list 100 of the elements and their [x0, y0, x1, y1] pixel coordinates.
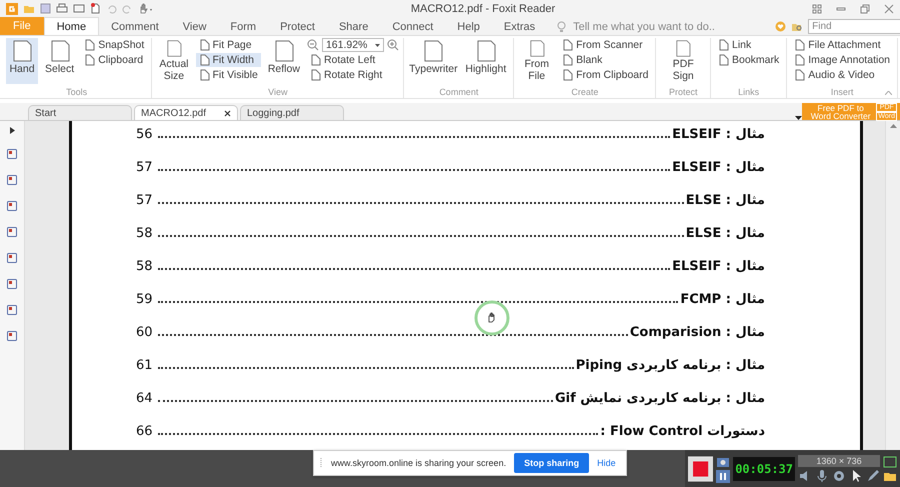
print-icon[interactable] — [56, 3, 68, 14]
ribbon-button[interactable]: Image Annotation — [791, 53, 893, 67]
toc-entry: مثال : ELSE — [686, 193, 765, 208]
find-field[interactable]: Find — [808, 19, 900, 34]
page-number: 64 — [136, 391, 154, 406]
ribbon-button[interactable]: Bookmark — [715, 53, 782, 67]
pause-icon[interactable] — [716, 470, 730, 482]
ribbon-button[interactable]: Rotate Left — [306, 53, 400, 67]
page-icon — [310, 69, 321, 81]
ribbon-tab[interactable]: Home — [44, 17, 100, 35]
page-icon — [476, 40, 496, 62]
page-icon — [84, 54, 96, 66]
zoom-out-icon[interactable] — [306, 39, 319, 51]
stop-record-icon[interactable] — [688, 454, 714, 484]
group-label: View — [268, 87, 288, 98]
pen-icon[interactable] — [866, 468, 880, 482]
ribbon-button[interactable]: Highlight — [462, 38, 510, 84]
ribbon-button[interactable]: SnapShot — [81, 38, 148, 52]
document-tab[interactable]: MACRO12.pdf — [134, 105, 238, 120]
ribbon-tab[interactable]: Share — [326, 18, 380, 35]
group-label: Comment — [439, 87, 478, 98]
page-icon — [198, 69, 210, 81]
folder-search-icon[interactable] — [791, 21, 804, 32]
ribbon-button[interactable]: Audio & Video — [791, 68, 893, 82]
page-number: 58 — [136, 259, 154, 274]
ribbon-button[interactable]: Blank — [559, 53, 652, 67]
page-icon — [423, 40, 444, 62]
sharing-message: www.skyroom.online is sharing your screen. — [331, 458, 506, 468]
ribbon-button[interactable]: From File — [518, 38, 556, 84]
page-icon — [794, 39, 806, 51]
ribbon-tab[interactable]: Comment — [99, 18, 171, 35]
ribbon-button[interactable]: Fit Visible — [196, 68, 261, 82]
drag-handle-icon[interactable] — [320, 458, 323, 468]
scrollbar[interactable] — [885, 121, 900, 450]
ribbon-button[interactable]: From Scanner — [559, 38, 652, 52]
ribbon-button[interactable]: Fit Width — [196, 53, 261, 67]
ribbon-button[interactable]: Typewriter — [408, 38, 458, 84]
resolution-label: 1360 × 736 — [798, 454, 880, 466]
page-icon — [718, 39, 729, 51]
lightbulb-icon — [557, 20, 566, 32]
toc-entry: مثال : FCMP — [680, 292, 765, 307]
microphone-icon[interactable] — [815, 468, 829, 482]
ribbon-tab[interactable]: View — [170, 18, 218, 35]
ribbon-button[interactable]: Actual Size — [156, 38, 192, 84]
page-icon — [274, 40, 294, 62]
window-icon[interactable] — [883, 456, 897, 468]
caret-right-icon[interactable] — [10, 127, 14, 134]
ribbon-tab[interactable]: Extras — [492, 18, 548, 35]
toc-entry: مثال : ELSEIF — [672, 259, 765, 274]
group-label: Insert — [830, 87, 854, 98]
toc-entry: مثال : Comparision — [630, 325, 765, 340]
toc-entry: مثال : برنامه کاربردی نمایش Gif — [554, 391, 765, 406]
ribbon-button[interactable]: File Attachment — [791, 38, 893, 52]
group-label: Tools — [66, 87, 88, 98]
group-label: Protect — [668, 87, 698, 98]
page-icon — [50, 40, 70, 62]
page-number: 61 — [136, 358, 154, 373]
restore-icon[interactable] — [860, 4, 870, 14]
webcam-icon[interactable] — [832, 468, 846, 482]
grid-icon[interactable] — [812, 4, 822, 14]
ribbon-button[interactable]: Fit Page — [196, 38, 261, 52]
page-icon — [562, 54, 574, 66]
close-icon[interactable] — [224, 110, 231, 116]
hand-icon[interactable] — [138, 3, 154, 14]
ribbon-tab[interactable]: Protect — [268, 18, 327, 35]
page-number: 60 — [136, 325, 154, 340]
tell-me-field[interactable]: Tell me what you want to do.. — [571, 20, 776, 34]
scroll-up-icon[interactable] — [890, 124, 896, 128]
zoom-dropdown[interactable]: 161.92% — [322, 38, 384, 52]
page-number: 56 — [136, 127, 154, 142]
toc-entry: مثال : ELSE — [686, 226, 765, 241]
stop-sharing-button[interactable]: Stop sharing — [514, 453, 590, 473]
recording-timer: 00:05:37 — [733, 456, 795, 480]
page-icon — [198, 39, 210, 51]
ribbon-button[interactable]: From Clipboard — [559, 68, 652, 82]
window-title: MACRO12.pdf - Foxit Reader — [410, 2, 556, 14]
page-icon — [562, 69, 574, 81]
caret-icon — [375, 44, 380, 46]
page-icon — [794, 69, 806, 81]
ribbon-button[interactable]: Reflow — [264, 38, 303, 84]
page-number: 57 — [136, 160, 154, 175]
ribbon-button[interactable]: Select — [42, 38, 78, 84]
screen-icon[interactable] — [73, 3, 85, 14]
app-logo-icon — [6, 2, 18, 14]
hide-link[interactable]: Hide — [597, 458, 616, 468]
zoom-in-icon[interactable] — [387, 39, 400, 51]
ribbon-button[interactable]: Hand — [6, 38, 38, 84]
toc-entry: مثال : برنامه کاربردی Piping — [576, 358, 765, 373]
page-number: 58 — [136, 226, 154, 241]
new-page-icon[interactable] — [90, 3, 101, 14]
page-number: 57 — [136, 193, 154, 208]
ribbon-button[interactable]: Link — [715, 38, 782, 52]
ribbon-tab[interactable]: Form — [218, 18, 268, 35]
document-tab[interactable]: Logging.pdf — [240, 105, 344, 120]
ribbon-button[interactable]: Rotate Right — [306, 68, 400, 82]
document-tab[interactable]: Start — [28, 105, 132, 120]
ribbon-tab[interactable]: Help — [445, 18, 492, 35]
ribbon-tab[interactable]: Connect — [380, 18, 446, 35]
ribbon-button[interactable]: PDF Sign — [660, 38, 706, 84]
ribbon-button[interactable]: Clipboard — [81, 53, 148, 67]
